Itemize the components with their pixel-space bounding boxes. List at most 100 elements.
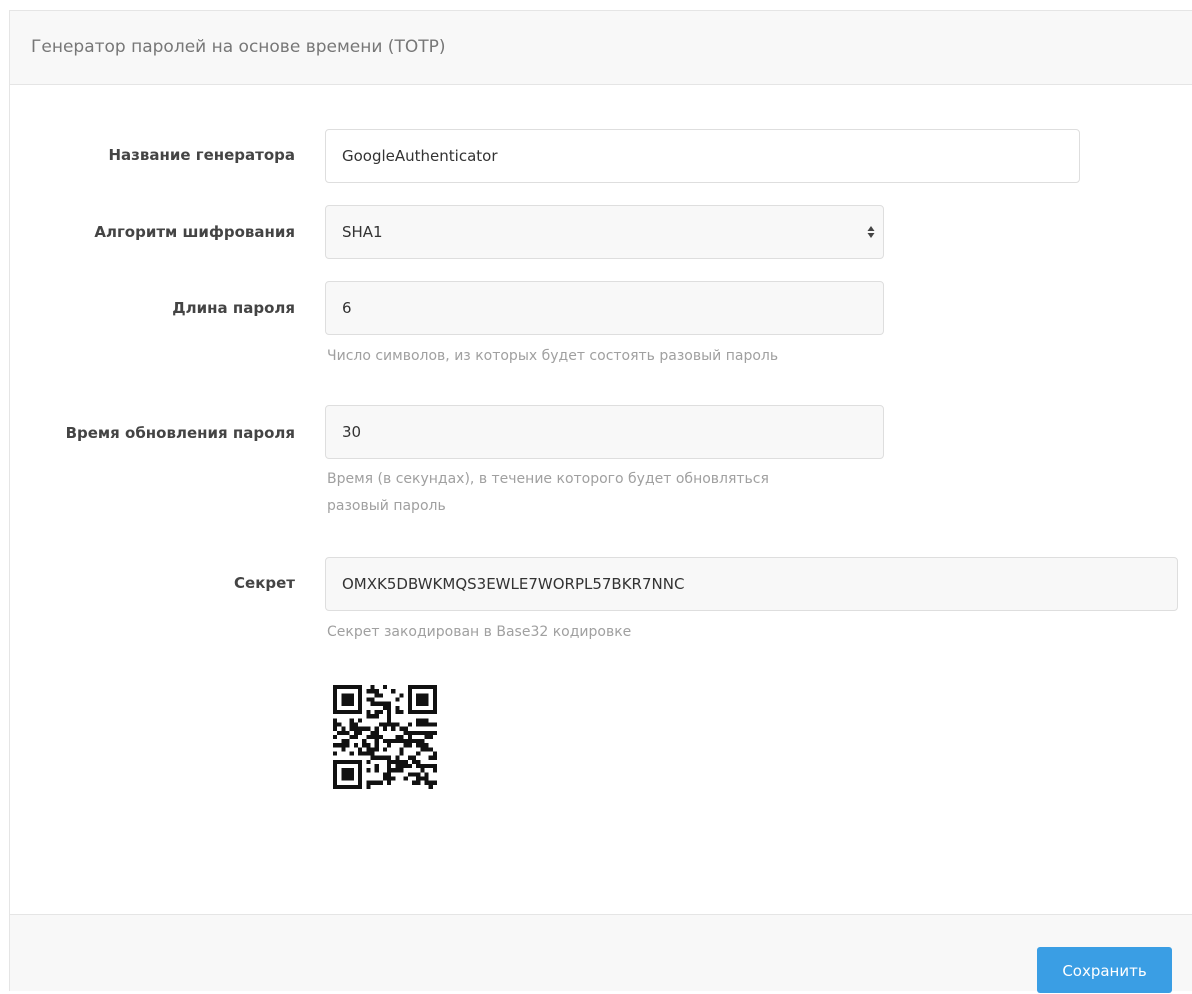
qr-module [357, 784, 363, 789]
qr-module [353, 722, 358, 727]
qr-module [407, 730, 413, 735]
qr-module [374, 747, 379, 752]
qr-module [370, 755, 375, 760]
qr-module [432, 697, 437, 702]
qr-module [374, 743, 379, 748]
generator-name-input[interactable]: GoogleAuthenticator [325, 129, 1080, 183]
qr-module [420, 697, 425, 702]
qr-module [366, 784, 371, 789]
qr-module [420, 693, 425, 698]
qr-module [424, 776, 429, 781]
qr-module [432, 764, 437, 769]
qr-module [420, 685, 425, 690]
qr-module [391, 722, 396, 727]
qr-module [378, 722, 383, 727]
qr-module [420, 776, 425, 781]
qr-module [366, 747, 371, 752]
qr-module [362, 739, 367, 744]
qr-module [420, 747, 425, 752]
qr-module [382, 705, 388, 710]
qr-module [395, 697, 400, 702]
qr-module [349, 751, 354, 756]
qr-module [341, 747, 346, 752]
qr-module [345, 685, 350, 690]
qr-module [424, 747, 429, 752]
qr-module [382, 747, 388, 752]
qr-module [412, 730, 417, 735]
qr-module [416, 697, 421, 702]
qr-module [353, 743, 358, 748]
qr-module [403, 764, 408, 769]
qr-module [349, 784, 354, 789]
qr-module [378, 701, 383, 706]
qr-module [428, 685, 433, 690]
qr-module [391, 689, 396, 694]
qr-module [428, 709, 433, 715]
qr-module [333, 780, 338, 785]
qr-module [341, 768, 346, 773]
qr-module [412, 739, 417, 744]
qr-module [341, 743, 346, 748]
qr-module [387, 714, 392, 719]
qr-module [366, 726, 371, 731]
qr-module [387, 709, 392, 715]
qr-module [341, 784, 346, 789]
qr-module [345, 776, 350, 781]
password-length-input[interactable]: 6 [325, 281, 884, 335]
qr-module [387, 776, 392, 781]
qr-module [333, 718, 338, 723]
qr-module [424, 730, 429, 735]
refresh-time-help-line1: Время (в секундах), в течение которого б… [327, 471, 769, 487]
qr-module [432, 780, 437, 785]
qr-module [357, 705, 363, 710]
qr-module [387, 701, 392, 706]
qr-module [382, 726, 388, 731]
qr-module [374, 780, 379, 785]
qr-module [341, 709, 346, 715]
qr-module [357, 780, 363, 785]
qr-module [333, 776, 338, 781]
algorithm-label: Алгоритм шифрования [94, 223, 295, 241]
qr-module [337, 730, 342, 735]
qr-module [407, 722, 413, 727]
qr-module [416, 772, 421, 777]
qr-module [432, 768, 437, 773]
qr-module [374, 739, 379, 744]
panel-title: Генератор паролей на основе времени (TOT… [31, 37, 446, 57]
algorithm-select[interactable]: SHA1 [325, 205, 884, 259]
qr-module [399, 739, 404, 744]
qr-module [374, 734, 379, 740]
qr-module [382, 701, 388, 706]
refresh-time-label: Время обновления пароля [65, 424, 295, 442]
qr-module [395, 709, 400, 715]
qr-module [349, 768, 354, 773]
qr-module [337, 759, 342, 765]
qr-module [357, 776, 363, 781]
qr-module [416, 776, 421, 781]
qr-module [341, 739, 346, 744]
qr-module [333, 705, 338, 710]
qr-module [349, 693, 354, 698]
qr-module [424, 701, 429, 706]
qr-module [341, 726, 346, 731]
qr-module [362, 743, 367, 748]
save-button[interactable]: Сохранить [1037, 947, 1172, 993]
qr-module [357, 751, 363, 756]
qr-module [374, 730, 379, 735]
qr-module [345, 697, 350, 702]
qr-module [407, 709, 413, 715]
qr-module [345, 759, 350, 765]
qr-module [412, 780, 417, 785]
refresh-time-input[interactable]: 30 [325, 405, 884, 459]
qr-module [416, 701, 421, 706]
qr-module [366, 780, 371, 785]
secret-input[interactable]: OMXK5DBWKMQS3EWLE7WORPL57BKR7NNC [325, 557, 1178, 611]
qr-module [333, 764, 338, 769]
qr-module [387, 739, 392, 744]
qr-code-image [333, 685, 437, 789]
qr-module [399, 709, 404, 715]
qr-module [349, 697, 354, 702]
qr-module [345, 730, 350, 735]
qr-module [395, 705, 400, 710]
qr-module [357, 685, 363, 690]
